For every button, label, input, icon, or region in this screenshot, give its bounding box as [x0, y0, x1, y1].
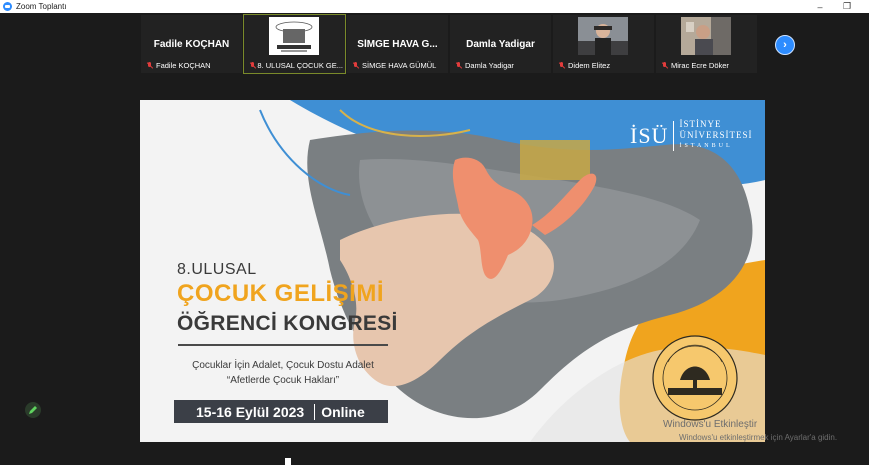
participant-avatar-photo	[681, 17, 731, 55]
slide-date: 15-16 Eylül 2023	[196, 403, 305, 420]
participant-label-text: Fadile KOÇHAN	[156, 61, 211, 70]
window-titlebar: Zoom Toplantı – ❐	[0, 0, 869, 13]
next-page-button[interactable]: ›	[775, 35, 795, 55]
muted-mic-icon	[558, 61, 565, 70]
slide-date-banner: 15-16 Eylül 2023 Online	[174, 400, 388, 423]
university-logo-line1: İSTİNYE	[679, 119, 722, 129]
minimize-button[interactable]: –	[813, 0, 827, 13]
participant-tile[interactable]: SİMGE HAVA G... SİMGE HAVA GÜMÜL	[347, 15, 448, 73]
muted-mic-icon	[352, 61, 359, 70]
slide-divider	[178, 344, 388, 346]
annotate-pen-icon[interactable]	[25, 402, 41, 418]
university-logo-line2: ÜNİVERSİTESİ	[679, 130, 753, 140]
participant-strip: Fadile KOÇHAN Fadile KOÇHAN 8. ULUSAL ÇO…	[0, 13, 869, 75]
participant-label: Fadile KOÇHAN	[146, 61, 240, 70]
participant-display-name: SİMGE HAVA G...	[357, 39, 438, 50]
slide-subtitle1: Çocuklar İçin Adalet, Çocuk Dostu Adalet	[192, 360, 374, 371]
participant-tile[interactable]: Didem Elitez	[553, 15, 654, 73]
participant-label-text: SİMGE HAVA GÜMÜL	[362, 61, 437, 70]
slide-title-line2: ÖĞRENCİ KONGRESİ	[177, 312, 398, 335]
muted-mic-icon	[661, 61, 668, 70]
participant-tile[interactable]: Fadile KOÇHAN Fadile KOÇHAN	[141, 15, 242, 73]
window-title: Zoom Toplantı	[16, 2, 67, 11]
participant-label-text: Damla Yadigar	[465, 61, 514, 70]
university-logo: İSÜ İSTİNYE ÜNİVERSİTESİ İSTANBUL	[630, 119, 752, 152]
muted-mic-icon	[249, 61, 255, 70]
participant-label: Didem Elitez	[558, 61, 652, 70]
university-logo-abbrev: İSÜ	[630, 122, 669, 148]
slide-mode: Online	[321, 403, 365, 420]
participant-label-text: Mirac Ecre Döker	[671, 61, 729, 70]
windows-activation-title: Windows'u Etkinleştir	[663, 419, 758, 430]
muted-mic-icon	[146, 61, 153, 70]
university-logo-line3: İSTANBUL	[679, 143, 733, 149]
participant-tile-active[interactable]: 8. ULUSAL ÇOCUK GE...	[243, 14, 346, 74]
participant-avatar-photo	[578, 17, 628, 55]
congress-poster-thumbnail	[269, 17, 319, 55]
slide-subtitle2: “Afetlerde Çocuk Hakları”	[226, 375, 340, 386]
windows-activation-hint: Windows'u etkinleştirmek için Ayarlar'a …	[679, 433, 838, 442]
restore-button[interactable]: ❐	[840, 0, 854, 13]
participant-label: SİMGE HAVA GÜMÜL	[352, 61, 446, 70]
participant-tile[interactable]: Mirac Ecre Döker	[656, 15, 757, 73]
participant-tile[interactable]: Damla Yadigar Damla Yadigar	[450, 15, 551, 73]
participant-label: Mirac Ecre Döker	[661, 61, 755, 70]
toolbar-handle[interactable]	[285, 458, 291, 465]
muted-mic-icon	[455, 61, 462, 70]
slide-title-line1: ÇOCUK GELİŞİMİ	[177, 280, 385, 307]
slide-edition: 8.ULUSAL	[177, 261, 257, 278]
participant-display-name: Damla Yadigar	[466, 39, 535, 50]
participant-label: 8. ULUSAL ÇOCUK GE...	[249, 61, 343, 70]
participant-label-text: Didem Elitez	[568, 61, 611, 70]
shared-screen-slide: İSÜ İSTİNYE ÜNİVERSİTESİ İSTANBUL 8.ULUS…	[140, 100, 765, 442]
participant-display-name: Fadile KOÇHAN	[153, 39, 230, 50]
participant-label: Damla Yadigar	[455, 61, 549, 70]
participant-label-text: 8. ULUSAL ÇOCUK GE...	[257, 61, 343, 70]
zoom-logo-icon	[3, 2, 12, 11]
